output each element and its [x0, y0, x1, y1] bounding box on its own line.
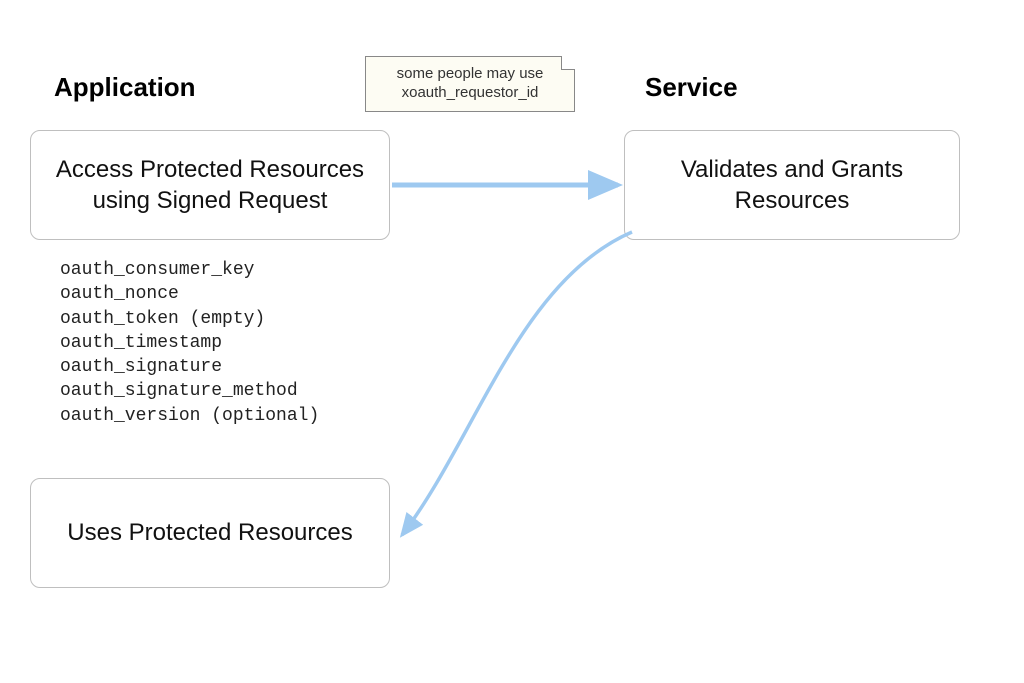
node-access-label: Access Protected Resources using Signed …: [49, 154, 371, 216]
node-validate-label: Validates and Grants Resources: [643, 154, 941, 216]
note-xoauth-requestor: some people may use xoauth_requestor_id: [365, 56, 575, 112]
heading-service: Service: [645, 72, 738, 103]
node-uses-label: Uses Protected Resources: [67, 517, 352, 548]
arrow-service-to-uses: [402, 232, 632, 535]
note-line2: xoauth_requestor_id: [402, 84, 539, 101]
node-uses-protected-resources: Uses Protected Resources: [30, 478, 390, 588]
node-validates-grants: Validates and Grants Resources: [624, 130, 960, 240]
note-line1: some people may use: [397, 65, 544, 82]
heading-application: Application: [54, 72, 196, 103]
note-corner-fold: [561, 56, 575, 70]
node-access-protected-resources: Access Protected Resources using Signed …: [30, 130, 390, 240]
oauth-parameter-list: oauth_consumer_key oauth_nonce oauth_tok…: [60, 258, 319, 428]
